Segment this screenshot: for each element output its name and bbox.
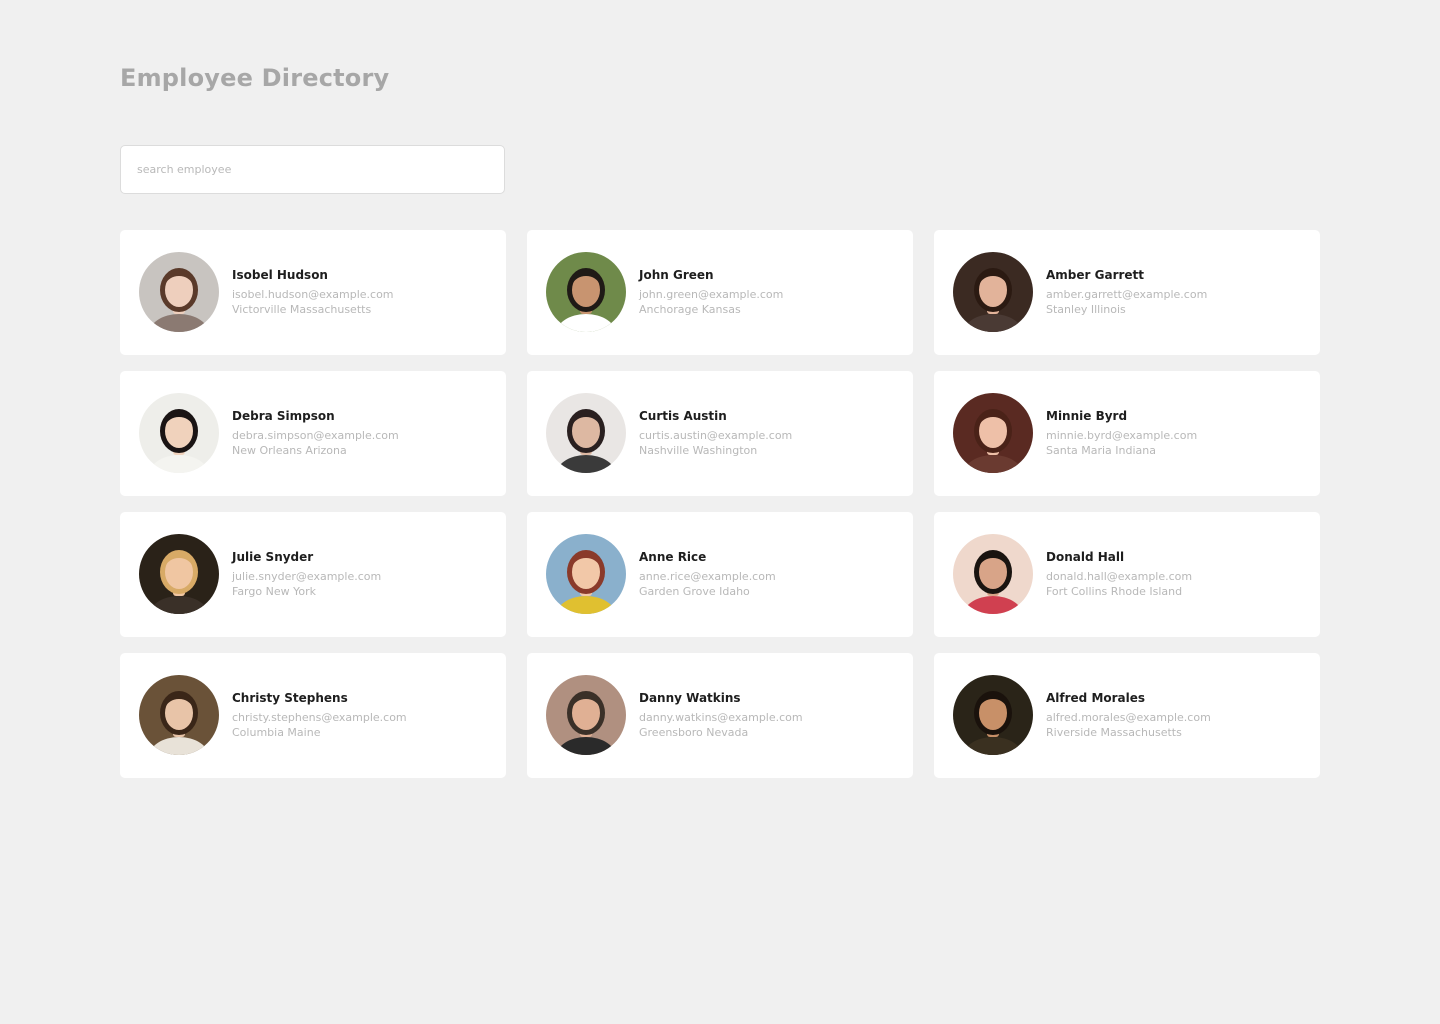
avatar bbox=[546, 393, 626, 473]
employee-name: Curtis Austin bbox=[639, 409, 727, 423]
employee-location: Fargo New York bbox=[232, 585, 316, 598]
employee-location: Victorville Massachusetts bbox=[232, 303, 372, 316]
employee-card[interactable]: Amber Garrett amber.garrett@example.com … bbox=[934, 230, 1320, 355]
employee-email: julie.snyder@example.com bbox=[232, 570, 382, 583]
employee-location: Garden Grove Idaho bbox=[639, 585, 750, 598]
person-avatar-icon bbox=[953, 252, 1033, 332]
employee-name: John Green bbox=[639, 268, 714, 282]
person-avatar-icon bbox=[546, 534, 626, 614]
employee-info: Christy Stephens christy.stephens@exampl… bbox=[232, 690, 496, 740]
person-avatar-icon bbox=[953, 393, 1033, 473]
employee-location: Greensboro Nevada bbox=[639, 726, 749, 739]
employee-card[interactable]: Alfred Morales alfred.morales@example.co… bbox=[934, 653, 1320, 778]
employee-name: Donald Hall bbox=[1046, 550, 1125, 564]
employee-email: curtis.austin@example.com bbox=[639, 429, 793, 442]
employee-card[interactable]: Danny Watkins danny.watkins@example.com … bbox=[527, 653, 913, 778]
employee-name: Minnie Byrd bbox=[1046, 409, 1128, 423]
employee-email: isobel.hudson@example.com bbox=[232, 288, 394, 301]
person-avatar-icon bbox=[139, 393, 219, 473]
employee-info: Amber Garrett amber.garrett@example.com … bbox=[1046, 267, 1310, 317]
avatar bbox=[953, 252, 1033, 332]
avatar bbox=[139, 252, 219, 332]
employee-email: debra.simpson@example.com bbox=[232, 429, 399, 442]
employee-location: Fort Collins Rhode Island bbox=[1046, 585, 1183, 598]
employee-grid: Isobel Hudson isobel.hudson@example.com … bbox=[120, 230, 1320, 778]
employee-name: Anne Rice bbox=[639, 550, 707, 564]
avatar bbox=[139, 393, 219, 473]
employee-name: Debra Simpson bbox=[232, 409, 335, 423]
search-input[interactable] bbox=[120, 145, 505, 194]
employee-email: donald.hall@example.com bbox=[1046, 570, 1193, 583]
employee-card[interactable]: Julie Snyder julie.snyder@example.com Fa… bbox=[120, 512, 506, 637]
person-avatar-icon bbox=[139, 252, 219, 332]
avatar bbox=[953, 675, 1033, 755]
avatar bbox=[953, 534, 1033, 614]
employee-name: Alfred Morales bbox=[1046, 691, 1146, 705]
person-avatar-icon bbox=[546, 675, 626, 755]
person-avatar-icon bbox=[953, 675, 1033, 755]
employee-info: Debra Simpson debra.simpson@example.com … bbox=[232, 408, 496, 458]
person-avatar-icon bbox=[953, 534, 1033, 614]
employee-card[interactable]: John Green john.green@example.com Anchor… bbox=[527, 230, 913, 355]
employee-info: Anne Rice anne.rice@example.com Garden G… bbox=[639, 549, 903, 599]
employee-card[interactable]: Donald Hall donald.hall@example.com Fort… bbox=[934, 512, 1320, 637]
employee-card[interactable]: Anne Rice anne.rice@example.com Garden G… bbox=[527, 512, 913, 637]
employee-info: John Green john.green@example.com Anchor… bbox=[639, 267, 903, 317]
avatar bbox=[139, 675, 219, 755]
employee-card[interactable]: Isobel Hudson isobel.hudson@example.com … bbox=[120, 230, 506, 355]
employee-card[interactable]: Minnie Byrd minnie.byrd@example.com Sant… bbox=[934, 371, 1320, 496]
employee-email: amber.garrett@example.com bbox=[1046, 288, 1208, 301]
employee-name: Isobel Hudson bbox=[232, 268, 328, 282]
employee-name: Danny Watkins bbox=[639, 691, 741, 705]
employee-directory-page: Employee Directory Isobel Hudson isobel.… bbox=[0, 0, 1440, 1024]
employee-info: Alfred Morales alfred.morales@example.co… bbox=[1046, 690, 1310, 740]
employee-location: Nashville Washington bbox=[639, 444, 758, 457]
employee-card[interactable]: Christy Stephens christy.stephens@exampl… bbox=[120, 653, 506, 778]
employee-email: minnie.byrd@example.com bbox=[1046, 429, 1198, 442]
employee-location: Santa Maria Indiana bbox=[1046, 444, 1156, 457]
employee-location: Anchorage Kansas bbox=[639, 303, 741, 316]
employee-info: Curtis Austin curtis.austin@example.com … bbox=[639, 408, 903, 458]
avatar bbox=[546, 675, 626, 755]
avatar bbox=[953, 393, 1033, 473]
employee-email: john.green@example.com bbox=[639, 288, 784, 301]
employee-name: Amber Garrett bbox=[1046, 268, 1145, 282]
employee-email: christy.stephens@example.com bbox=[232, 711, 407, 724]
person-avatar-icon bbox=[546, 393, 626, 473]
employee-card[interactable]: Curtis Austin curtis.austin@example.com … bbox=[527, 371, 913, 496]
employee-card[interactable]: Debra Simpson debra.simpson@example.com … bbox=[120, 371, 506, 496]
employee-email: anne.rice@example.com bbox=[639, 570, 776, 583]
avatar bbox=[139, 534, 219, 614]
employee-location: Stanley Illinois bbox=[1046, 303, 1126, 316]
employee-location: Riverside Massachusetts bbox=[1046, 726, 1182, 739]
employee-name: Christy Stephens bbox=[232, 691, 348, 705]
employee-name: Julie Snyder bbox=[232, 550, 314, 564]
person-avatar-icon bbox=[139, 675, 219, 755]
person-avatar-icon bbox=[546, 252, 626, 332]
employee-email: danny.watkins@example.com bbox=[639, 711, 803, 724]
employee-email: alfred.morales@example.com bbox=[1046, 711, 1211, 724]
avatar bbox=[546, 252, 626, 332]
employee-location: New Orleans Arizona bbox=[232, 444, 347, 457]
page-title: Employee Directory bbox=[120, 64, 390, 92]
employee-info: Isobel Hudson isobel.hudson@example.com … bbox=[232, 267, 496, 317]
employee-location: Columbia Maine bbox=[232, 726, 321, 739]
employee-info: Minnie Byrd minnie.byrd@example.com Sant… bbox=[1046, 408, 1310, 458]
avatar bbox=[546, 534, 626, 614]
employee-info: Donald Hall donald.hall@example.com Fort… bbox=[1046, 549, 1310, 599]
employee-info: Julie Snyder julie.snyder@example.com Fa… bbox=[232, 549, 496, 599]
employee-info: Danny Watkins danny.watkins@example.com … bbox=[639, 690, 903, 740]
person-avatar-icon bbox=[139, 534, 219, 614]
